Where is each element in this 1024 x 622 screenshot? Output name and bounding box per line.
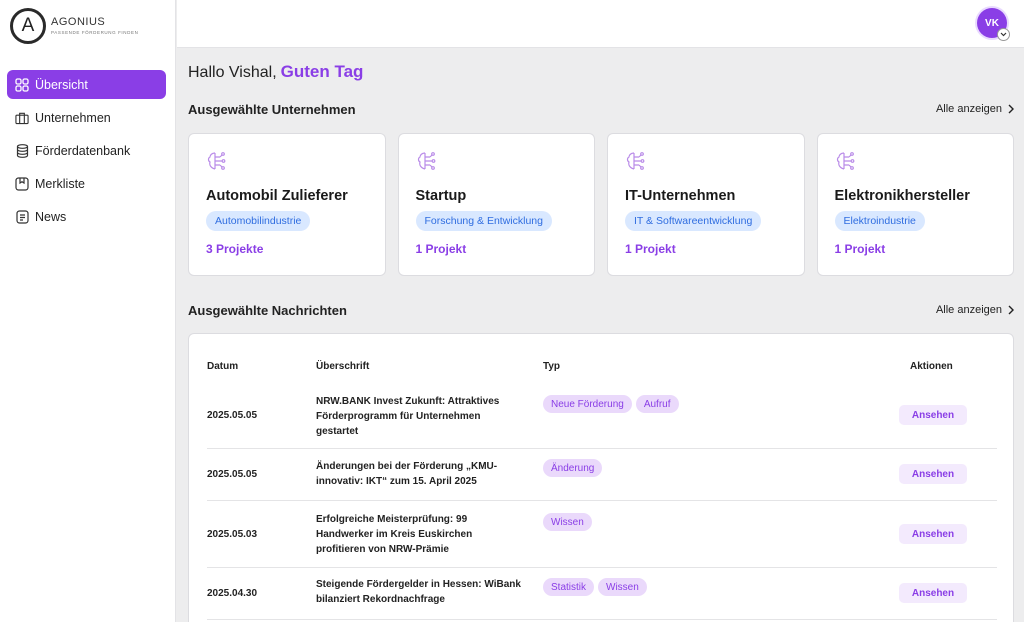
see-all-label: Alle anzeigen (935, 304, 1002, 316)
view-button[interactable]: Ansehen (899, 464, 967, 484)
circuit-brain-icon (206, 150, 228, 177)
news-headline[interactable]: Steigende Fördergelder in Hessen: WiBank… (316, 577, 521, 607)
circuit-brain-icon (416, 150, 438, 177)
logo-mark: A (10, 8, 46, 44)
industry-tag: Automobilindustrie (206, 211, 311, 231)
company-card[interactable]: Elektronikhersteller Elektroindustrie 1 … (816, 133, 1014, 276)
chevron-down-icon[interactable] (997, 28, 1010, 41)
sidebar-nav: Übersicht Unternehmen Förderdatenbank Me… (7, 70, 166, 235)
view-button[interactable]: Ansehen (899, 583, 967, 603)
news-table: Datum Überschrift Typ Aktionen 2025.05.0… (188, 333, 1014, 622)
news-type-tags: Änderung (543, 459, 603, 477)
sidebar-item-news[interactable]: News (7, 202, 166, 231)
type-pill[interactable]: Änderung (543, 459, 603, 477)
sidebar-item-label: Förderdatenbank (35, 143, 131, 158)
company-cards: Automobil Zulieferer Automobilindustrie … (188, 133, 1014, 276)
logo[interactable]: A AGONIUS PASSENDE FÖRDERUNG FINDEN (10, 8, 138, 44)
sidebar-item-merkliste[interactable]: Merkliste (7, 169, 166, 198)
sidebar-item-unternehmen[interactable]: Unternehmen (7, 103, 166, 132)
news-date: 2025.05.05 (207, 410, 258, 421)
table-row: 2025.05.05 Änderungen bei der Förderung … (207, 449, 997, 501)
sidebar-item-label: News (35, 209, 67, 224)
view-button[interactable]: Ansehen (899, 524, 967, 544)
table-row: 2025.05.03 Erfolgreiche Meisterprüfung: … (207, 501, 997, 568)
industry-tag: IT & Softwareentwicklung (625, 211, 762, 231)
table-row: 2025.04.30 Steigende Fördergelder in Hes… (207, 568, 997, 620)
circuit-brain-icon (625, 150, 647, 177)
type-pill[interactable]: Wissen (543, 513, 592, 531)
bookmark-icon (15, 176, 29, 191)
sidebar-item-foerderdatenbank[interactable]: Förderdatenbank (7, 136, 166, 165)
industry-tag: Elektroindustrie (834, 211, 925, 231)
column-header-actions: Aktionen (910, 361, 953, 372)
see-all-label: Alle anzeigen (935, 103, 1002, 115)
greeting-accent: Guten Tag (280, 62, 364, 81)
news-type-tags: Statistik Wissen (543, 578, 647, 596)
type-pill[interactable]: Aufruf (635, 395, 679, 413)
company-title: Startup (415, 188, 467, 204)
news-see-all-link[interactable]: Alle anzeigen (936, 304, 1014, 316)
sidebar: A AGONIUS PASSENDE FÖRDERUNG FINDEN Über… (0, 0, 176, 622)
project-count[interactable]: 1 Projekt (625, 242, 676, 256)
view-button[interactable]: Ansehen (899, 405, 967, 425)
company-title: Automobil Zulieferer (206, 188, 348, 204)
column-header-date: Datum (207, 361, 239, 372)
chevron-right-icon (1008, 104, 1014, 114)
company-card[interactable]: Automobil Zulieferer Automobilindustrie … (188, 133, 386, 276)
news-date: 2025.05.05 (207, 469, 258, 480)
project-count[interactable]: 1 Projekt (416, 242, 467, 256)
chevron-right-icon (1008, 305, 1014, 315)
news-type-tags: Neue Förderung Aufruf (543, 395, 679, 413)
greeting-text: Hallo Vishal, (188, 64, 277, 81)
type-pill[interactable]: Statistik (543, 578, 595, 596)
column-header-headline: Überschrift (316, 361, 370, 372)
sidebar-item-label: Übersicht (35, 77, 88, 92)
database-icon (15, 143, 29, 158)
type-pill[interactable]: Neue Förderung (543, 395, 632, 413)
companies-see-all-link[interactable]: Alle anzeigen (936, 103, 1014, 115)
company-card[interactable]: IT-Unternehmen IT & Softwareentwicklung … (607, 133, 805, 276)
company-title: IT-Unternehmen (625, 188, 736, 204)
news-date: 2025.05.03 (207, 529, 258, 540)
sidebar-item-label: Unternehmen (35, 110, 111, 125)
news-section-title: Ausgewählte Nachrichten (188, 303, 347, 318)
avatar-initials: VK (985, 17, 999, 29)
news-headline[interactable]: Erfolgreiche Meisterprüfung: 99 Handwerk… (316, 512, 521, 557)
company-title: Elektronikhersteller (834, 188, 970, 204)
news-headline[interactable]: Änderungen bei der Förderung „KMU-innova… (316, 459, 521, 489)
project-count[interactable]: 3 Projekte (206, 242, 263, 256)
greeting: Hallo Vishal, Guten Tag (188, 62, 363, 82)
brand-name: AGONIUS (51, 15, 106, 28)
circuit-brain-icon (835, 150, 857, 177)
table-row: 2025.05.05 NRW.BANK Invest Zukunft: Attr… (207, 386, 997, 449)
news-type-tags: Wissen (543, 513, 592, 531)
brand-tagline: PASSENDE FÖRDERUNG FINDEN (51, 29, 139, 35)
briefcase-icon (15, 111, 29, 125)
project-count[interactable]: 1 Projekt (835, 242, 886, 256)
company-card[interactable]: Startup Forschung & Entwicklung 1 Projek… (397, 133, 595, 276)
document-icon (15, 209, 29, 224)
companies-section-title: Ausgewählte Unternehmen (188, 102, 356, 117)
topbar: VK (177, 0, 1024, 48)
news-date: 2025.04.30 (207, 588, 258, 599)
industry-tag: Forschung & Entwicklung (415, 211, 552, 231)
column-header-type: Typ (543, 361, 561, 372)
news-headline[interactable]: NRW.BANK Invest Zukunft: Attraktives För… (316, 394, 521, 439)
type-pill[interactable]: Wissen (598, 578, 647, 596)
sidebar-item-label: Merkliste (35, 176, 86, 191)
sidebar-item-uebersicht[interactable]: Übersicht (7, 70, 166, 99)
user-avatar[interactable]: VK (977, 8, 1010, 41)
grid-icon (15, 77, 29, 92)
